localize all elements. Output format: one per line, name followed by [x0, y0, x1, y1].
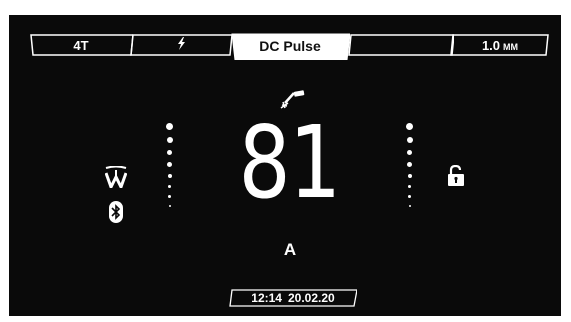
datetime-display: 12:14 20.02.20: [229, 289, 357, 307]
bluetooth-icon[interactable]: [109, 201, 123, 223]
tungsten-icon: [104, 165, 128, 191]
tab-electrode-diameter[interactable]: 1.0 MM: [450, 34, 550, 56]
tab-electrode-diameter-unit: MM: [503, 41, 519, 52]
tab-electrode-diameter-value: 1.0 MM: [481, 37, 519, 53]
tab-process-mode-label: DC Pulse: [259, 38, 321, 54]
main-current-value[interactable]: 81: [223, 113, 354, 213]
tab-power[interactable]: [130, 34, 232, 56]
date-text: 20.02.20: [287, 291, 335, 305]
top-tab-bar: 4T DC Pulse 1.0 MM: [9, 15, 561, 61]
unlocked-padlock-icon[interactable]: [446, 164, 466, 187]
tab-trigger-mode-label: 4T: [73, 37, 89, 53]
time-text: 12:14: [251, 291, 282, 305]
main-current-unit: A: [283, 240, 297, 259]
welder-display: 4T DC Pulse 1.0 MM 81 A 12:14 20.02.20: [9, 15, 561, 316]
right-level-indicator: [406, 123, 416, 223]
tab-process-mode[interactable]: DC Pulse: [230, 32, 350, 60]
tab-trigger-mode[interactable]: 4T: [29, 34, 133, 56]
tab-empty[interactable]: [348, 34, 454, 56]
left-level-indicator: [166, 123, 176, 223]
lightning-icon: [177, 37, 186, 53]
